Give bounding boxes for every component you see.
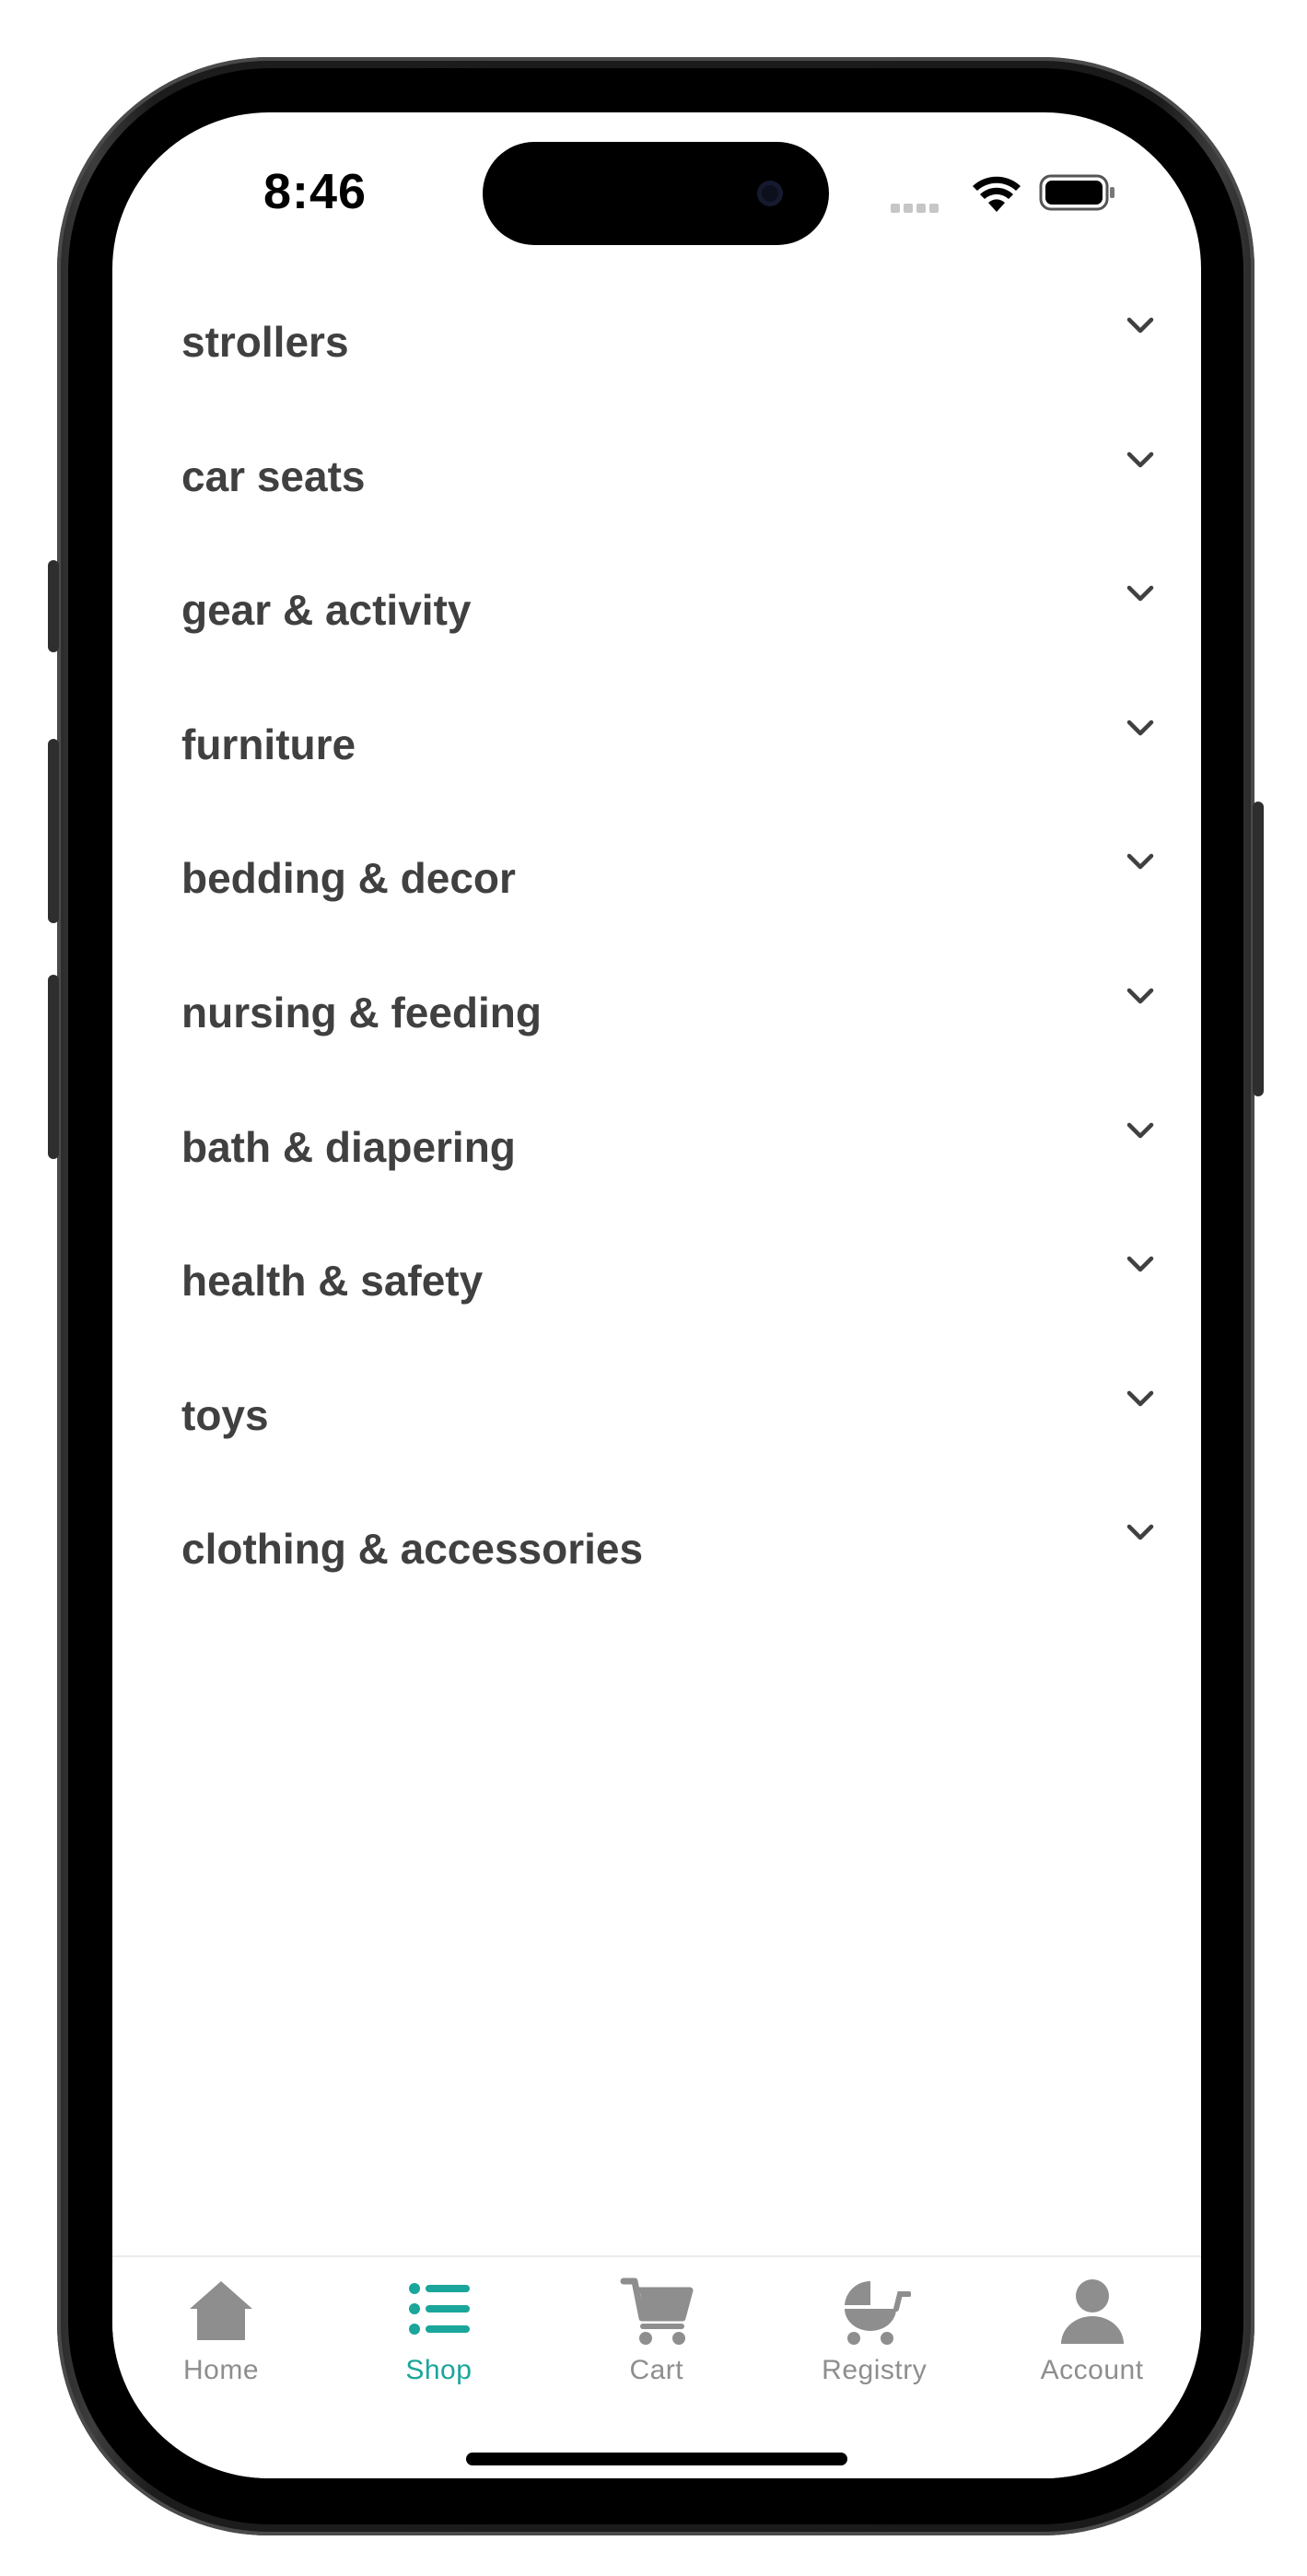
cellular-signal-icon — [891, 201, 950, 213]
cart-icon — [620, 2274, 694, 2348]
tab-label: Registry — [822, 2355, 928, 2385]
chevron-down-icon[interactable] — [1126, 315, 1155, 335]
status-time: 8:46 — [263, 164, 368, 219]
tab-label: Home — [182, 2355, 260, 2385]
category-label: strollers — [181, 318, 349, 366]
category-item[interactable]: toys — [112, 1370, 1201, 1505]
bottom-tab-bar: Home Shop Cart Registry Account — [112, 2255, 1201, 2478]
category-item[interactable]: clothing & accessories — [112, 1504, 1201, 1638]
category-item[interactable]: bedding & decor — [112, 833, 1201, 967]
category-label: car seats — [181, 451, 366, 500]
action-button — [48, 560, 59, 652]
status-bar: 8:46 — [112, 112, 1201, 269]
category-label: health & safety — [181, 1257, 484, 1306]
tab-label: Account — [1040, 2355, 1144, 2385]
chevron-down-icon[interactable] — [1126, 986, 1155, 1006]
chevron-down-icon[interactable] — [1126, 1522, 1155, 1542]
category-label: bedding & decor — [181, 854, 516, 903]
tab-home[interactable]: Home — [112, 2257, 330, 2423]
home-icon — [184, 2274, 258, 2348]
volume-down-button — [48, 975, 59, 1159]
power-button — [1253, 802, 1264, 1096]
tab-account[interactable]: Account — [984, 2257, 1201, 2423]
tab-shop[interactable]: Shop — [330, 2257, 547, 2423]
front-camera — [757, 181, 783, 206]
tab-registry[interactable]: Registry — [765, 2257, 983, 2423]
chevron-down-icon[interactable] — [1126, 583, 1155, 603]
chevron-down-icon[interactable] — [1126, 851, 1155, 872]
chevron-down-icon[interactable] — [1126, 718, 1155, 738]
category-list: strollers car seats gear & activity furnitu… — [112, 297, 1201, 1638]
chevron-down-icon[interactable] — [1126, 450, 1155, 470]
home-indicator[interactable] — [466, 2453, 847, 2465]
chevron-down-icon[interactable] — [1126, 1388, 1155, 1409]
chevron-down-icon[interactable] — [1126, 1120, 1155, 1141]
category-label: bath & diapering — [181, 1122, 516, 1171]
category-item[interactable]: nursing & feeding — [112, 967, 1201, 1102]
battery-icon — [1039, 174, 1114, 211]
tab-label: Shop — [405, 2355, 473, 2385]
category-item[interactable]: strollers — [112, 297, 1201, 431]
category-item[interactable]: gear & activity — [112, 565, 1201, 699]
category-label: furniture — [181, 720, 356, 768]
category-item[interactable]: health & safety — [112, 1235, 1201, 1370]
category-label: nursing & feeding — [181, 988, 542, 1036]
chevron-down-icon[interactable] — [1126, 1254, 1155, 1274]
list-icon — [402, 2274, 475, 2348]
app-screen: 8:46 strollers car seats gear & activity fu… — [112, 112, 1201, 2478]
category-label: toys — [181, 1390, 269, 1439]
dynamic-island — [483, 142, 829, 245]
wifi-icon — [973, 176, 1021, 212]
user-icon — [1056, 2274, 1129, 2348]
category-item[interactable]: car seats — [112, 431, 1201, 566]
category-label: gear & activity — [181, 586, 472, 635]
tab-label: Cart — [629, 2355, 684, 2385]
category-item[interactable]: furniture — [112, 699, 1201, 834]
baby-carriage-icon — [837, 2274, 913, 2348]
category-item[interactable]: bath & diapering — [112, 1102, 1201, 1236]
tab-cart[interactable]: Cart — [548, 2257, 765, 2423]
category-label: clothing & accessories — [181, 1525, 644, 1574]
volume-up-button — [48, 739, 59, 923]
